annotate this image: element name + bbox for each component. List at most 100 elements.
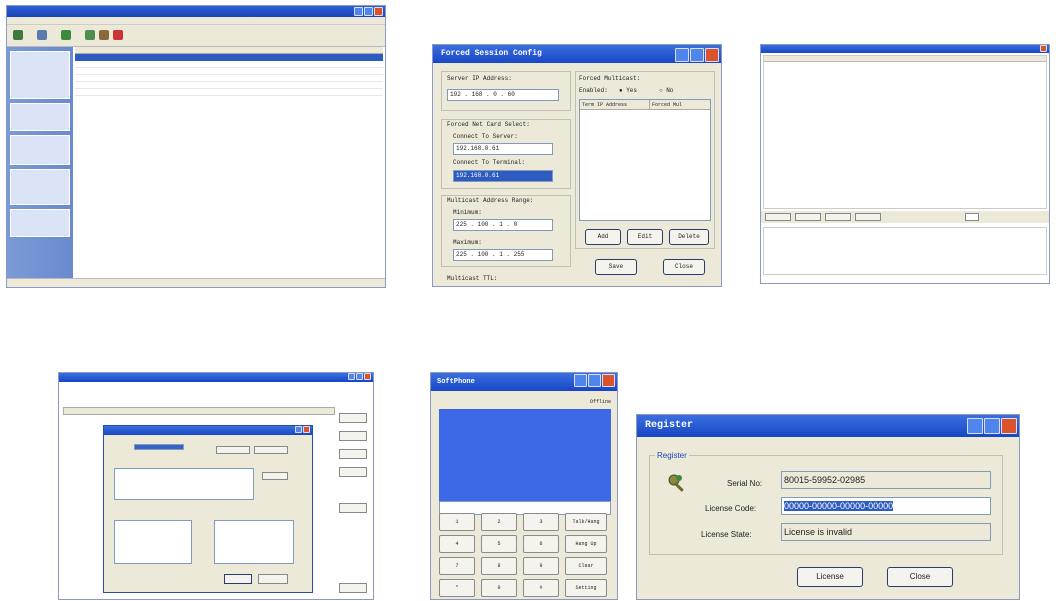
toolbar-icon-3[interactable]	[61, 30, 71, 40]
close-icon[interactable]	[303, 426, 310, 433]
multicast-list-header: Term IP Address Forced Mul	[580, 100, 710, 110]
maximum-label: Maximum:	[453, 239, 482, 246]
keypad-key[interactable]: *	[439, 579, 475, 597]
maximize-icon[interactable]	[588, 374, 601, 387]
yes-radio[interactable]: ● Yes	[619, 87, 637, 94]
side-button-1[interactable]	[339, 413, 367, 423]
register-close-button[interactable]: Close	[887, 567, 953, 587]
table-row-selected[interactable]	[75, 54, 383, 61]
log-button-3[interactable]	[825, 213, 851, 221]
connect-terminal-select[interactable]: 192.168.0.61	[453, 170, 553, 182]
help-icon[interactable]	[967, 418, 983, 434]
toolbar-icon-5[interactable]	[99, 30, 109, 40]
modal-right-list[interactable]	[214, 520, 294, 564]
keypad-key[interactable]: Setting	[565, 579, 607, 597]
license-code-input[interactable]: 00000-00000-00000-00000	[781, 497, 991, 515]
table-row[interactable]	[75, 82, 383, 89]
help-icon[interactable]	[675, 48, 689, 62]
log-button-4[interactable]	[855, 213, 881, 221]
softphone-status: Offline	[589, 399, 611, 405]
license-button[interactable]: License	[797, 567, 863, 587]
main-device-table	[75, 47, 383, 278]
license-state-label: License State:	[701, 530, 752, 539]
modal-left-list[interactable]	[114, 520, 192, 564]
sidebar-panel-4[interactable]	[10, 169, 70, 205]
toolbar-icon-2[interactable]	[37, 30, 47, 40]
softphone-title: SoftPhone	[437, 378, 475, 386]
keypad-key[interactable]: 0	[481, 579, 517, 597]
keypad-key[interactable]: Clear	[565, 557, 607, 575]
sidebar-panel-2[interactable]	[10, 103, 70, 131]
minimum-input[interactable]: 225 . 100 . 1 . 0	[453, 219, 553, 231]
keypad-key[interactable]: 7	[439, 557, 475, 575]
keypad-key[interactable]: 3	[523, 513, 559, 531]
keypad-key[interactable]: 6	[523, 535, 559, 553]
close-button[interactable]: Close	[663, 259, 705, 275]
sidebar-panel-5[interactable]	[10, 209, 70, 237]
log-list[interactable]	[763, 55, 1047, 209]
minimize-icon[interactable]	[348, 373, 355, 380]
keypad-key[interactable]: 1	[439, 513, 475, 531]
maximize-icon[interactable]	[356, 373, 363, 380]
keypad-key[interactable]: 4	[439, 535, 475, 553]
server-ip-input[interactable]: 192 . 168 . 0 . 60	[447, 89, 559, 101]
keypad-key[interactable]: Talk/Hang	[565, 513, 607, 531]
modal-cancel-button[interactable]	[258, 574, 288, 584]
close-icon[interactable]	[602, 374, 615, 387]
keypad-key[interactable]: #	[523, 579, 559, 597]
col-term-ip[interactable]: Term IP Address	[580, 100, 650, 109]
maximize-icon[interactable]	[364, 7, 373, 16]
register-title: Register	[645, 420, 694, 431]
multicast-list[interactable]: Term IP Address Forced Mul	[579, 99, 711, 221]
serial-field: 80015-59952-02985	[781, 471, 991, 489]
maximum-input[interactable]: 225 . 100 . 1 . 255	[453, 249, 553, 261]
maximize-icon[interactable]	[984, 418, 1000, 434]
close-icon[interactable]	[1001, 418, 1017, 434]
help-icon[interactable]	[295, 426, 302, 433]
save-button[interactable]: Save	[595, 259, 637, 275]
sidebar-panel-3[interactable]	[10, 135, 70, 165]
maximize-icon[interactable]	[690, 48, 704, 62]
keypad-key[interactable]: Hang Up	[565, 535, 607, 553]
sidebar-panel-1[interactable]	[10, 51, 70, 99]
toolbar-icon-6[interactable]	[113, 30, 123, 40]
close-icon[interactable]	[364, 373, 371, 380]
side-button-5[interactable]	[339, 503, 367, 513]
side-button-4[interactable]	[339, 467, 367, 477]
table-row[interactable]	[75, 61, 383, 68]
modal-add-button[interactable]	[262, 472, 288, 480]
add-button[interactable]: Add	[585, 229, 621, 245]
side-button-6[interactable]	[339, 583, 367, 593]
close-icon[interactable]	[1040, 45, 1047, 52]
register-titlebar: Register	[637, 415, 1019, 437]
edit-button[interactable]: Edit	[627, 229, 663, 245]
minimize-icon[interactable]	[354, 7, 363, 16]
side-button-3[interactable]	[339, 449, 367, 459]
modal-text-area[interactable]	[114, 468, 254, 500]
modal-ok-button[interactable]	[224, 574, 252, 584]
log-button-1[interactable]	[765, 213, 791, 221]
connect-server-select[interactable]: 192.168.0.61	[453, 143, 553, 155]
softphone-display	[439, 409, 611, 501]
side-button-2[interactable]	[339, 431, 367, 441]
keypad-key[interactable]: 5	[481, 535, 517, 553]
no-radio[interactable]: ○ No	[659, 87, 673, 94]
keypad-key[interactable]: 9	[523, 557, 559, 575]
close-icon[interactable]	[374, 7, 383, 16]
table-row[interactable]	[75, 75, 383, 82]
modal-option-button-1[interactable]	[216, 446, 250, 454]
toolbar-icon-1[interactable]	[13, 30, 23, 40]
keypad-key[interactable]: 8	[481, 557, 517, 575]
modal-option-button-2[interactable]	[254, 446, 288, 454]
connect-server-label: Connect To Server:	[453, 133, 518, 140]
log-button-2[interactable]	[795, 213, 821, 221]
keypad-key[interactable]: 2	[481, 513, 517, 531]
toolbar-icon-4[interactable]	[85, 30, 95, 40]
minimize-icon[interactable]	[574, 374, 587, 387]
log-page-input[interactable]	[965, 213, 979, 221]
table-row[interactable]	[75, 68, 383, 75]
col-forced-mul[interactable]: Forced Mul	[650, 100, 682, 109]
close-icon[interactable]	[705, 48, 719, 62]
delete-button[interactable]: Delete	[669, 229, 709, 245]
table-row[interactable]	[75, 89, 383, 96]
